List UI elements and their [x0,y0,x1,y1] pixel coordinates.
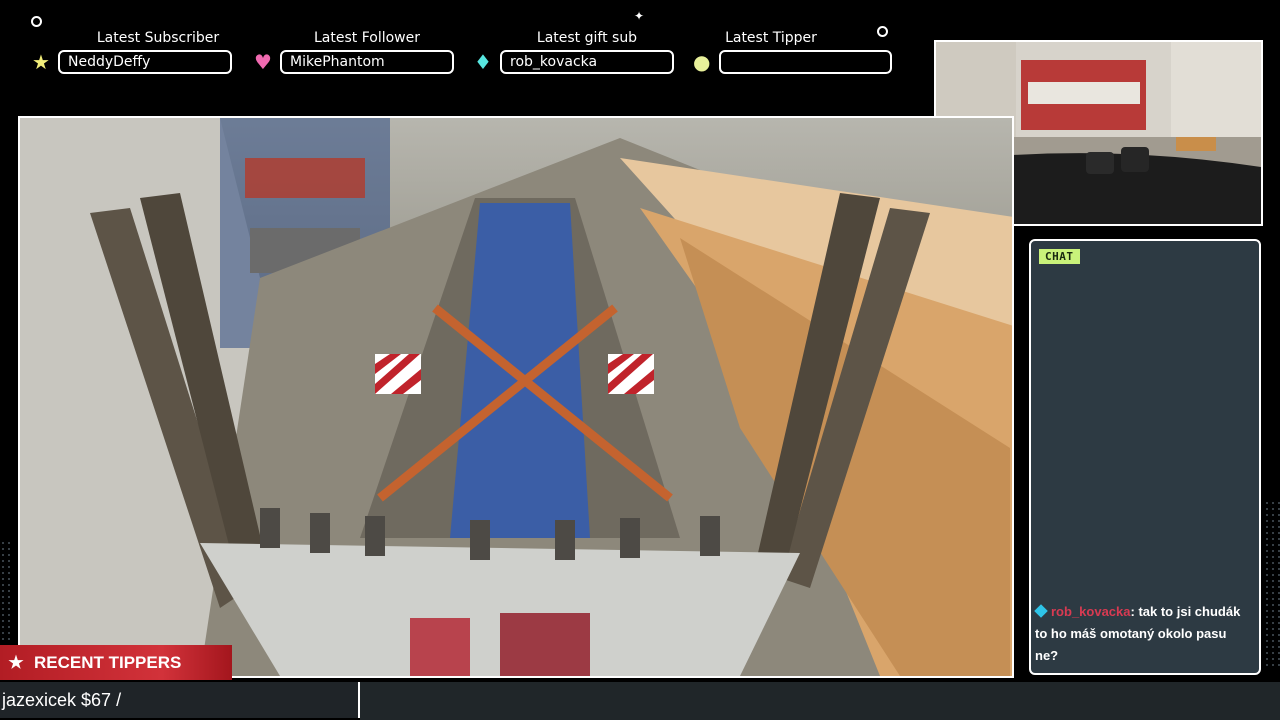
latest-gift-sub-widget: ♦ Latest gift sub rob_kovacka [474,30,700,74]
stream-overlay: ✦ ✦ ★ Latest Subscriber NeddyDeffy ♥ Lat… [0,0,1280,720]
dot-pattern-right [1264,500,1280,670]
recent-tippers-header: ★ RECENT TIPPERS [0,645,232,680]
latest-subscriber-widget: ★ Latest Subscriber NeddyDeffy [32,30,258,74]
dot-pattern-left [0,540,14,640]
gem-icon [1034,604,1048,618]
heart-icon: ♥ [254,50,272,74]
diamond-icon: ♦ [474,50,492,74]
trailer-scene [20,118,1012,676]
latest-tipper-widget: ● Latest Tipper [693,30,919,74]
main-video-feed [18,116,1014,678]
latest-gift-sub-value: rob_kovacka [500,50,674,74]
sparkle-icon: ✦ [634,9,645,23]
latest-tipper-label: Latest Tipper [725,30,817,46]
star-icon: ★ [8,653,24,672]
chat-badge: CHAT [1039,249,1080,264]
chat-username[interactable]: rob_kovacka [1051,604,1131,619]
latest-subscriber-value: NeddyDeffy [58,50,232,74]
bottom-bar [360,682,1280,720]
star-icon: ★ [32,50,50,74]
recent-tippers-title: RECENT TIPPERS [34,653,182,672]
sparkle-ring-icon [31,16,42,27]
chat-panel: CHAT rob_kovacka: tak to jsi chudák to h… [1029,239,1261,675]
latest-gift-sub-label: Latest gift sub [536,30,638,46]
coin-icon: ● [693,50,711,74]
chat-message: rob_kovacka: tak to jsi chudák to ho máš… [1034,601,1253,667]
latest-follower-value: MikePhantom [280,50,454,74]
latest-tipper-value [719,50,892,74]
latest-subscriber-label: Latest Subscriber [96,30,220,46]
latest-follower-label: Latest Follower [314,30,420,46]
latest-follower-widget: ♥ Latest Follower MikePhantom [254,30,480,74]
recent-tippers-ticker: jazexicek $67 / [0,682,360,718]
